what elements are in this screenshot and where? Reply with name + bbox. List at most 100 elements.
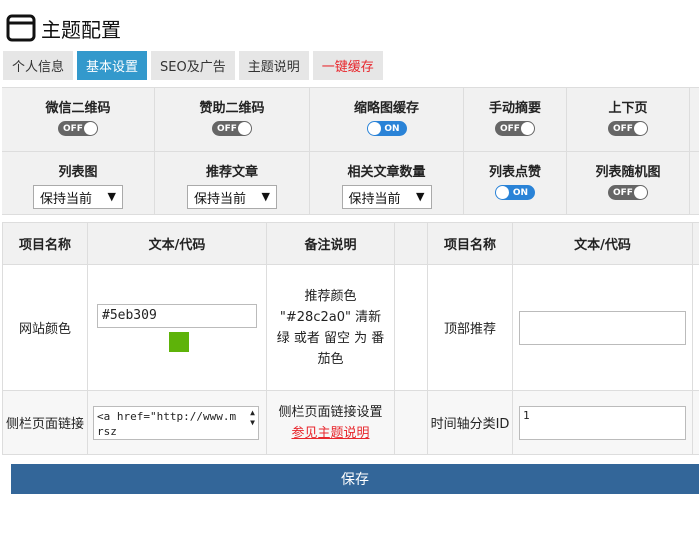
switch-grid-edge (690, 88, 699, 151)
wechat-qr-toggle[interactable]: OFF (58, 121, 98, 136)
site-color-input[interactable]: #5eb309 (97, 303, 257, 328)
scroll-up-icon[interactable]: ▲ (250, 408, 255, 417)
prev-next-toggle[interactable]: OFF (608, 121, 648, 136)
timeline-id-cell: 1 (512, 390, 693, 455)
sidebar-link-textarea[interactable]: <a href="http://www.mrsz ▲ ▼ (93, 405, 259, 440)
table-row: 侧栏页面链接 <a href="http://www.mrsz ▲ ▼ 侧栏页面… (2, 390, 699, 455)
tab-theme-guide[interactable]: 主题说明 (238, 51, 309, 80)
header: 主题配置 (6, 12, 121, 44)
switch-grid: 微信二维码 OFF 赞助二维码 OFF 缩略图缓存 ON 手动摘要 OFF 上下… (2, 87, 699, 215)
table-header: 备注说明 (266, 222, 395, 265)
toggle-state: ON (512, 187, 528, 198)
setting-related-count: 相关文章数量 保持当前 ▼ (310, 152, 464, 214)
setting-thumbnail-cache: 缩略图缓存 ON (310, 88, 464, 151)
toggle-knob (634, 186, 647, 199)
donate-qr-toggle[interactable]: OFF (212, 121, 252, 136)
setting-label: 列表点赞 (488, 165, 541, 180)
settings-table: 项目名称 文本/代码 备注说明 项目名称 文本/代码 网站颜色 #5eb309 … (2, 222, 699, 455)
item-name: 顶部推荐 (427, 264, 513, 391)
select-value: 保持当前 (194, 191, 247, 207)
theme-guide-link[interactable]: 参见主题说明 (275, 423, 386, 444)
toggle-knob (496, 186, 509, 199)
setting-manual-excerpt: 手动摘要 OFF (464, 88, 567, 151)
list-layout-select[interactable]: 保持当前 ▼ (33, 185, 123, 209)
dropdown-arrow-icon: ▼ (107, 190, 116, 203)
tab-bar: 个人信息 基本设置 SEO及广告 主题说明 一键缓存 (3, 51, 387, 80)
toggle-knob (238, 122, 251, 135)
toggle-knob (84, 122, 97, 135)
select-value: 保持当前 (348, 191, 401, 207)
tab-basic-settings[interactable]: 基本设置 (77, 51, 148, 80)
setting-label: 上下页 (608, 101, 648, 116)
top-recommend-cell (512, 264, 693, 391)
item-name: 网站颜色 (2, 264, 88, 391)
manual-excerpt-toggle[interactable]: OFF (495, 121, 535, 136)
toggle-state: OFF (217, 123, 237, 134)
scroll-down-icon[interactable]: ▼ (250, 418, 255, 427)
item-name: 侧栏页面链接 (2, 390, 88, 455)
setting-label: 微信二维码 (45, 101, 111, 116)
toggle-state: OFF (613, 187, 633, 198)
setting-donate-qr: 赞助二维码 OFF (155, 88, 310, 151)
list-like-toggle[interactable]: ON (495, 185, 535, 200)
site-color-note: 推荐颜色 "#28c2a0" 清新绿 或者 留空 为 番茄色 (266, 264, 395, 391)
sidebar-link-cell: <a href="http://www.mrsz ▲ ▼ (87, 390, 267, 455)
setting-recommended: 推荐文章 保持当前 ▼ (155, 152, 310, 214)
save-button[interactable]: 保存 (11, 464, 699, 494)
setting-prev-next: 上下页 OFF (567, 88, 690, 151)
recommended-select[interactable]: 保持当前 ▼ (187, 185, 277, 209)
table-row: 网站颜色 #5eb309 推荐颜色 "#28c2a0" 清新绿 或者 留空 为 … (2, 264, 699, 391)
toggle-state: OFF (613, 123, 633, 134)
toggle-knob (634, 122, 647, 135)
tab-seo-ads[interactable]: SEO及广告 (151, 51, 235, 80)
list-random-toggle[interactable]: OFF (608, 185, 648, 200)
table-header-spacer (692, 222, 699, 265)
setting-label: 缩略图缓存 (353, 101, 419, 116)
toggle-state: OFF (500, 123, 520, 134)
tab-one-click-cache[interactable]: 一键缓存 (312, 51, 383, 80)
table-header: 文本/代码 (512, 222, 693, 265)
toggle-knob (367, 122, 381, 135)
toggle-state: OFF (63, 123, 83, 134)
table-spacer-cell (692, 390, 699, 455)
setting-wechat-qr: 微信二维码 OFF (2, 88, 155, 151)
table-spacer-cell (394, 264, 428, 391)
toggle-state: ON (384, 123, 400, 134)
thumbnail-cache-toggle[interactable]: ON (366, 121, 407, 136)
color-swatch[interactable] (169, 331, 189, 352)
table-spacer-cell (692, 264, 699, 391)
setting-list-random: 列表随机图 OFF (567, 152, 690, 214)
timeline-id-textarea[interactable]: 1 (519, 405, 686, 440)
table-header: 项目名称 (427, 222, 513, 265)
sidebar-link-note: 侧栏页面链接设置 参见主题说明 (266, 390, 395, 455)
setting-label: 推荐文章 (205, 165, 258, 180)
note-text: 侧栏页面链接设置 (278, 404, 383, 420)
table-header: 文本/代码 (87, 222, 267, 265)
select-value: 保持当前 (40, 191, 93, 207)
window-icon (6, 13, 36, 43)
setting-label: 手动摘要 (488, 101, 541, 116)
page-title: 主题配置 (41, 17, 121, 42)
textarea-content: <a href="http://www.mrsz (97, 409, 237, 438)
dropdown-arrow-icon: ▼ (416, 190, 425, 203)
top-recommend-textarea[interactable] (519, 310, 686, 345)
table-header-spacer (394, 222, 428, 265)
setting-list-layout: 列表图 保持当前 ▼ (2, 152, 155, 214)
table-spacer-cell (394, 390, 428, 455)
site-color-cell: #5eb309 (87, 264, 267, 391)
setting-list-like: 列表点赞 ON (464, 152, 567, 214)
dropdown-arrow-icon: ▼ (261, 190, 270, 203)
switch-row-1: 微信二维码 OFF 赞助二维码 OFF 缩略图缓存 ON 手动摘要 OFF 上下… (2, 88, 699, 151)
table-header: 项目名称 (2, 222, 88, 265)
setting-label: 列表随机图 (595, 165, 661, 180)
table-header-row: 项目名称 文本/代码 备注说明 项目名称 文本/代码 (2, 222, 699, 265)
setting-label: 列表图 (58, 165, 98, 180)
tab-personal-info[interactable]: 个人信息 (3, 51, 74, 80)
item-name: 时间轴分类ID (427, 390, 513, 455)
toggle-knob (521, 122, 534, 135)
setting-label: 相关文章数量 (347, 165, 426, 180)
related-count-select[interactable]: 保持当前 ▼ (341, 185, 432, 209)
switch-row-2: 列表图 保持当前 ▼ 推荐文章 保持当前 ▼ 相关文章数量 保持当前 ▼ 列表点赞 O… (2, 151, 699, 214)
setting-label: 赞助二维码 (199, 101, 265, 116)
switch-grid-edge (690, 152, 699, 214)
